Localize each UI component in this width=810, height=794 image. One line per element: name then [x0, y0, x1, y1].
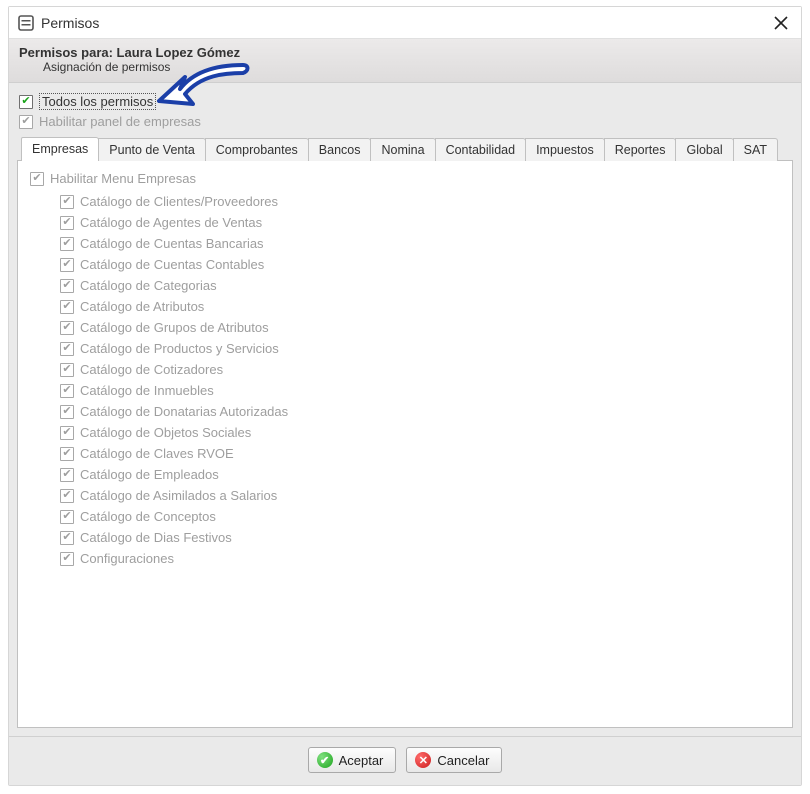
perm-item-checkbox — [60, 279, 74, 293]
perm-item-label: Catálogo de Claves RVOE — [80, 446, 234, 461]
perm-root-row: Habilitar Menu Empresas — [30, 171, 780, 186]
top-checks: Todos los permisos Habilitar panel de em… — [17, 89, 793, 137]
all-permissions-checkbox[interactable] — [19, 95, 33, 109]
close-icon — [774, 16, 788, 30]
perm-item-label: Catálogo de Conceptos — [80, 509, 216, 524]
header-line2: Asignación de permisos — [19, 60, 791, 74]
perm-item-label: Catálogo de Clientes/Proveedores — [80, 194, 278, 209]
enable-companies-panel-row: Habilitar panel de empresas — [19, 112, 791, 131]
tab-comprobantes[interactable]: Comprobantes — [205, 138, 309, 161]
perm-item-label: Catálogo de Grupos de Atributos — [80, 320, 269, 335]
perm-item: Configuraciones — [60, 551, 780, 566]
header-strip: Permisos para: Laura Lopez Gómez Asignac… — [9, 39, 801, 83]
perm-item: Catálogo de Categorias — [60, 278, 780, 293]
body: Todos los permisos Habilitar panel de em… — [9, 83, 801, 736]
perm-item: Catálogo de Donatarias Autorizadas — [60, 404, 780, 419]
tab-nomina[interactable]: Nomina — [370, 138, 435, 161]
cancel-label: Cancelar — [437, 753, 489, 768]
tab-contabilidad[interactable]: Contabilidad — [435, 138, 527, 161]
perm-item-label: Catálogo de Asimilados a Salarios — [80, 488, 277, 503]
perm-item-checkbox — [60, 237, 74, 251]
perm-item-checkbox — [60, 258, 74, 272]
perm-item-label: Catálogo de Cuentas Contables — [80, 257, 264, 272]
footer: ✔ Aceptar ✕ Cancelar — [9, 736, 801, 785]
perm-item: Catálogo de Cotizadores — [60, 362, 780, 377]
perm-item-label: Catálogo de Dias Festivos — [80, 530, 232, 545]
perm-item-checkbox — [60, 489, 74, 503]
window-title: Permisos — [41, 15, 99, 31]
tab-sat[interactable]: SAT — [733, 138, 778, 161]
perm-item-checkbox — [60, 510, 74, 524]
perm-item-label: Catálogo de Donatarias Autorizadas — [80, 404, 288, 419]
perm-root-checkbox — [30, 172, 44, 186]
perm-item-checkbox — [60, 216, 74, 230]
perm-item-label: Catálogo de Inmuebles — [80, 383, 214, 398]
perm-item-checkbox — [60, 531, 74, 545]
all-permissions-label[interactable]: Todos los permisos — [39, 93, 156, 110]
perm-item-label: Catálogo de Productos y Servicios — [80, 341, 279, 356]
perm-item: Catálogo de Inmuebles — [60, 383, 780, 398]
perm-item-checkbox — [60, 342, 74, 356]
perm-item-checkbox — [60, 321, 74, 335]
tab-pdv[interactable]: Punto de Venta — [98, 138, 206, 161]
perm-item-checkbox — [60, 384, 74, 398]
header-user: Laura Lopez Gómez — [117, 45, 241, 60]
perm-item: Catálogo de Claves RVOE — [60, 446, 780, 461]
app-icon — [17, 14, 35, 32]
perm-item: Catálogo de Atributos — [60, 299, 780, 314]
perm-item-checkbox — [60, 552, 74, 566]
cancel-button[interactable]: ✕ Cancelar — [406, 747, 502, 773]
header-prefix: Permisos para: — [19, 45, 117, 60]
perm-item: Catálogo de Agentes de Ventas — [60, 215, 780, 230]
tab-impuestos[interactable]: Impuestos — [525, 138, 605, 161]
check-icon: ✔ — [317, 752, 333, 768]
perm-item-label: Catálogo de Agentes de Ventas — [80, 215, 262, 230]
cancel-icon: ✕ — [415, 752, 431, 768]
perm-item: Catálogo de Productos y Servicios — [60, 341, 780, 356]
tab-strip: EmpresasPunto de VentaComprobantesBancos… — [17, 137, 793, 161]
perm-item-checkbox — [60, 426, 74, 440]
accept-button[interactable]: ✔ Aceptar — [308, 747, 397, 773]
perm-item: Catálogo de Cuentas Contables — [60, 257, 780, 272]
perm-item: Catálogo de Conceptos — [60, 509, 780, 524]
perm-item: Catálogo de Cuentas Bancarias — [60, 236, 780, 251]
perm-item: Catálogo de Objetos Sociales — [60, 425, 780, 440]
dialog: Permisos Permisos para: Laura Lopez Góme… — [8, 6, 802, 786]
tab-panel-empresas: Habilitar Menu Empresas Catálogo de Clie… — [17, 160, 793, 728]
perm-item: Catálogo de Clientes/Proveedores — [60, 194, 780, 209]
enable-companies-panel-label: Habilitar panel de empresas — [39, 114, 201, 129]
tab-empresas[interactable]: Empresas — [21, 137, 99, 161]
perm-item: Catálogo de Empleados — [60, 467, 780, 482]
tab-reportes[interactable]: Reportes — [604, 138, 677, 161]
perm-item-checkbox — [60, 405, 74, 419]
perm-item-checkbox — [60, 363, 74, 377]
perm-root: Habilitar Menu Empresas Catálogo de Clie… — [28, 169, 782, 572]
header-line1: Permisos para: Laura Lopez Gómez — [19, 45, 791, 60]
perm-item-label: Catálogo de Objetos Sociales — [80, 425, 251, 440]
perm-item: Catálogo de Grupos de Atributos — [60, 320, 780, 335]
tab-bancos[interactable]: Bancos — [308, 138, 372, 161]
titlebar: Permisos — [9, 7, 801, 39]
tab-global[interactable]: Global — [675, 138, 733, 161]
enable-companies-panel-checkbox — [19, 115, 33, 129]
perm-item-label: Catálogo de Categorias — [80, 278, 217, 293]
perm-item-checkbox — [60, 195, 74, 209]
perm-children: Catálogo de Clientes/Proveedores Catálogo… — [30, 194, 780, 566]
perm-item-label: Catálogo de Empleados — [80, 467, 219, 482]
all-permissions-row: Todos los permisos — [19, 91, 791, 112]
perm-item: Catálogo de Asimilados a Salarios — [60, 488, 780, 503]
perm-root-label: Habilitar Menu Empresas — [50, 171, 196, 186]
accept-label: Aceptar — [339, 753, 384, 768]
perm-item-label: Catálogo de Cotizadores — [80, 362, 223, 377]
perm-item-checkbox — [60, 300, 74, 314]
close-button[interactable] — [769, 11, 793, 35]
perm-item: Catálogo de Dias Festivos — [60, 530, 780, 545]
perm-item-label: Catálogo de Atributos — [80, 299, 204, 314]
perm-item-checkbox — [60, 447, 74, 461]
perm-item-label: Configuraciones — [80, 551, 174, 566]
window: Permisos Permisos para: Laura Lopez Góme… — [0, 0, 810, 794]
perm-item-checkbox — [60, 468, 74, 482]
perm-item-label: Catálogo de Cuentas Bancarias — [80, 236, 264, 251]
